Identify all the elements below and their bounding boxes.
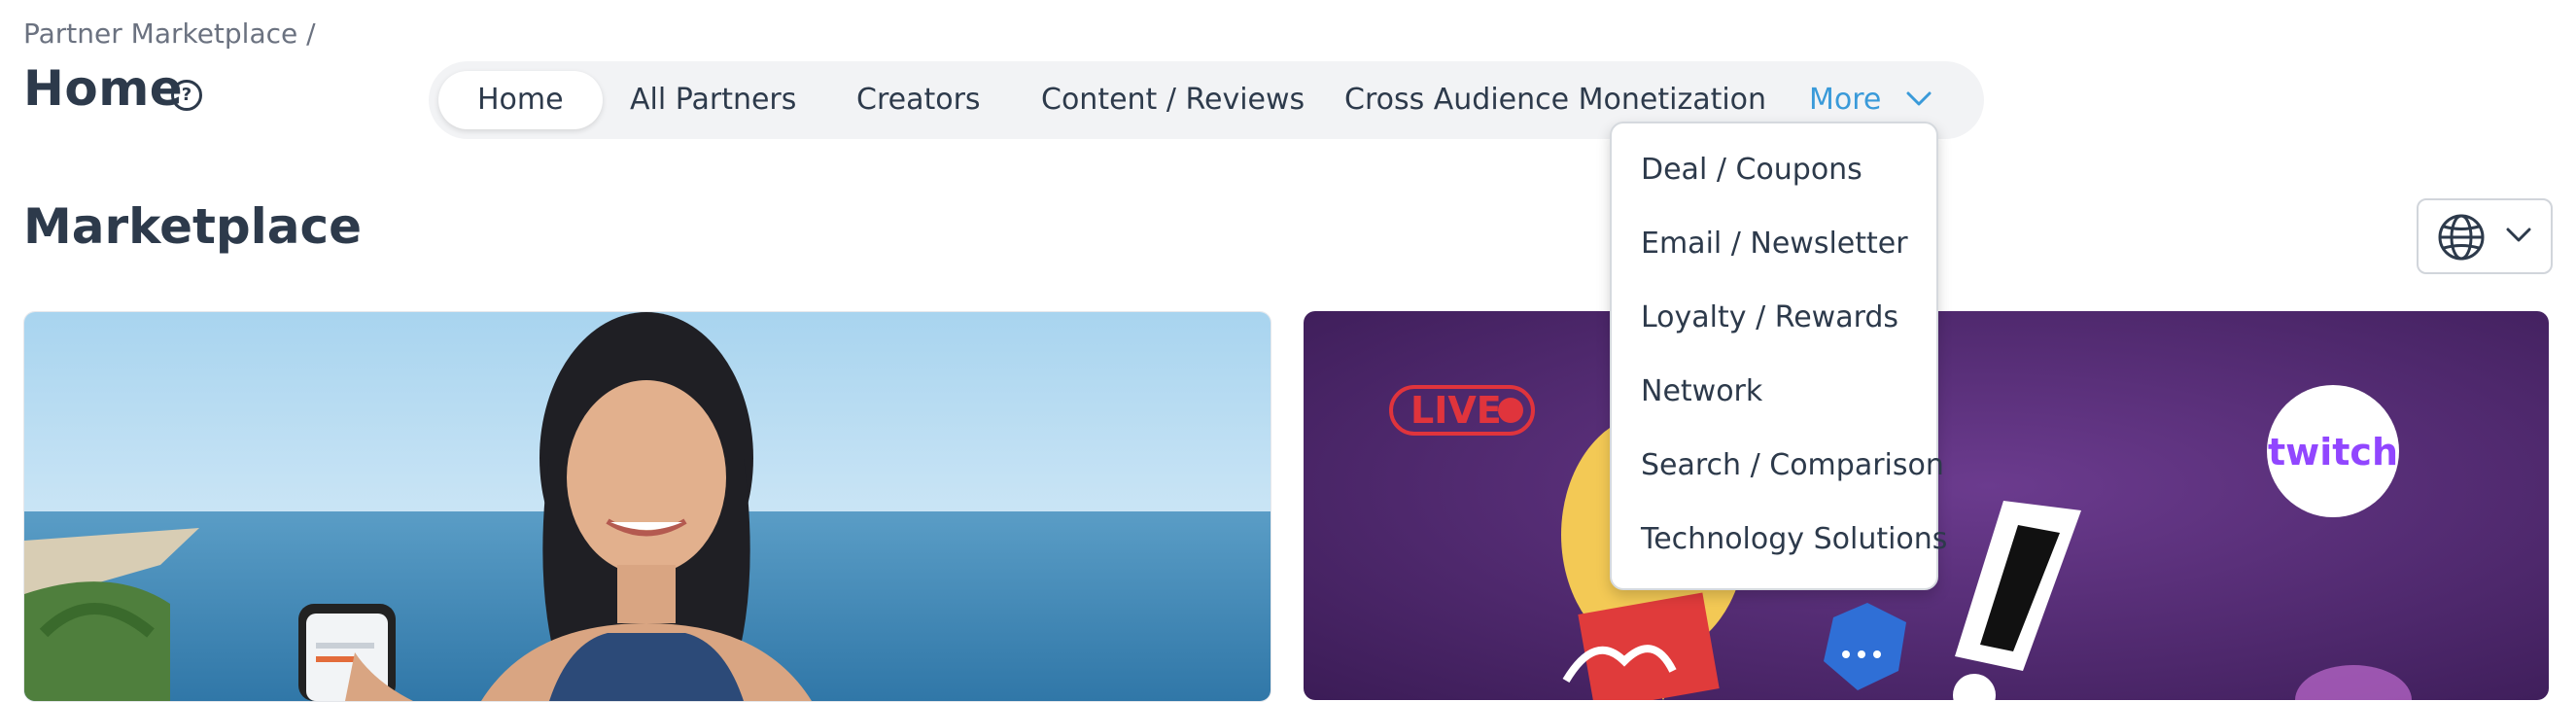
chevron-down-icon [2506, 228, 2531, 242]
menu-item-loyalty-rewards[interactable]: Loyalty / Rewards [1641, 300, 1898, 334]
menu-item-email-newsletter[interactable]: Email / Newsletter [1641, 227, 1908, 261]
chevron-down-icon [1906, 91, 1932, 105]
menu-item-deal-coupons[interactable]: Deal / Coupons [1641, 153, 1862, 187]
tab-content-reviews[interactable]: Content / Reviews [1041, 71, 1305, 129]
menu-item-search-comparison[interactable]: Search / Comparison [1641, 448, 1944, 482]
help-icon[interactable]: ? [171, 80, 202, 111]
breadcrumb[interactable]: Partner Marketplace / [23, 18, 316, 50]
tab-more-label: More [1809, 83, 1882, 117]
globe-icon [2438, 214, 2485, 261]
menu-item-network[interactable]: Network [1641, 374, 1762, 408]
page-title: Home [23, 60, 184, 117]
region-selector[interactable] [2417, 198, 2553, 274]
section-title: Marketplace [23, 198, 363, 255]
menu-item-technology-solutions[interactable]: Technology Solutions [1641, 522, 1947, 556]
live-label: LIVE [1410, 389, 1502, 432]
more-dropdown-menu: Deal / Coupons Email / Newsletter Loyalt… [1610, 122, 1947, 590]
tab-cross-audience-monetization[interactable]: Cross Audience Monetization [1344, 71, 1766, 129]
tab-all-partners[interactable]: All Partners [630, 71, 796, 129]
partner-card-fitness[interactable] [23, 311, 1271, 702]
tab-more[interactable]: More [1809, 71, 1932, 129]
tab-creators[interactable]: Creators [856, 71, 981, 129]
card-image-beach [24, 312, 1271, 701]
twitch-logo: twitch [2268, 431, 2398, 474]
tab-home[interactable]: Home [438, 71, 603, 129]
